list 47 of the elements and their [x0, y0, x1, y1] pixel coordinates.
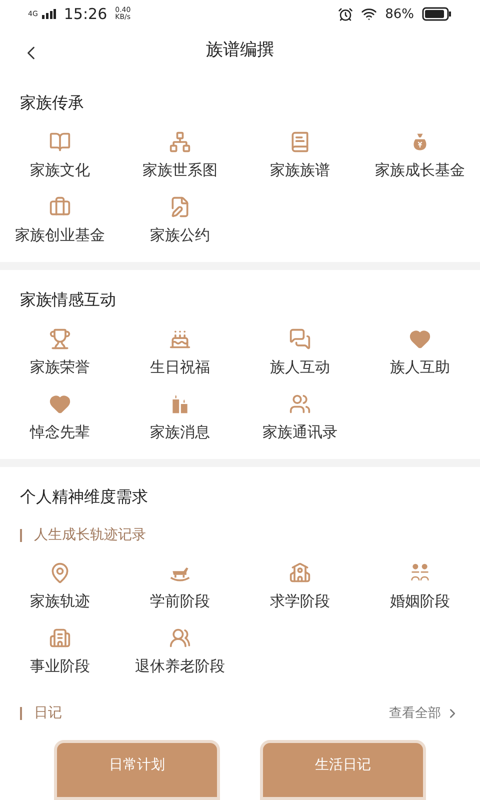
book-icon: [49, 131, 71, 153]
alarm-icon: [338, 6, 354, 22]
briefcase-icon: [49, 196, 71, 218]
feature-item[interactable]: 族人互动: [240, 324, 360, 382]
people-icon: [169, 626, 191, 648]
feature-item[interactable]: 婚姻阶段: [360, 558, 480, 616]
feature-item[interactable]: 族人互助: [360, 324, 480, 382]
feature-item[interactable]: 家族成长基金: [360, 127, 480, 186]
buildings-icon: [49, 626, 71, 648]
feature-item[interactable]: 求学阶段: [240, 558, 360, 616]
feature-item[interactable]: 生日祝福: [120, 324, 240, 382]
feature-item[interactable]: 悼念先辈: [0, 388, 120, 447]
signal-icon: [42, 9, 56, 20]
feature-item[interactable]: 家族文化: [0, 127, 120, 186]
heart-icon: [49, 392, 71, 414]
view-all-link[interactable]: 查看全部: [389, 704, 460, 724]
closed-book-icon: [289, 131, 311, 153]
document-pen-icon: [169, 196, 191, 218]
section-title: 家族情感互动: [19, 289, 117, 311]
feature-item[interactable]: 家族创业基金: [0, 192, 120, 250]
feature-item[interactable]: 家族荣誉: [0, 324, 120, 382]
people-icon: [289, 392, 311, 414]
feature-item[interactable]: 家族世系图: [120, 127, 240, 186]
page-title: 族谱编撰: [206, 39, 274, 62]
battery-icon: [422, 7, 452, 22]
family-tree-icon: [169, 131, 191, 153]
diary-title: 日记: [34, 704, 62, 723]
subsection-title: 人生成长轨迹记录: [34, 526, 146, 545]
cake-icon: [169, 328, 191, 350]
feature-item[interactable]: 家族通讯录: [240, 388, 360, 447]
heart-icon: [409, 328, 431, 350]
location-pin-icon: [49, 562, 71, 584]
feature-item[interactable]: 家族族谱: [240, 127, 360, 186]
section-title: 家族传承: [19, 92, 85, 114]
feature-item[interactable]: 学前阶段: [120, 558, 240, 616]
feature-item[interactable]: 家族轨迹: [0, 558, 120, 616]
section-title: 个人精神维度需求: [19, 486, 149, 508]
battery-percent: 86%: [385, 6, 414, 24]
chat-bubbles-icon: [289, 328, 311, 350]
feature-item[interactable]: 退休养老阶段: [120, 622, 240, 681]
school-icon: [289, 562, 311, 584]
wifi-icon: [361, 6, 378, 22]
feature-item[interactable]: 事业阶段: [0, 622, 120, 681]
clock-time: 15:26: [64, 4, 108, 26]
feature-item[interactable]: 家族消息: [120, 388, 240, 447]
trophy-icon: [49, 328, 71, 350]
feature-item[interactable]: 家族公约: [120, 192, 240, 250]
